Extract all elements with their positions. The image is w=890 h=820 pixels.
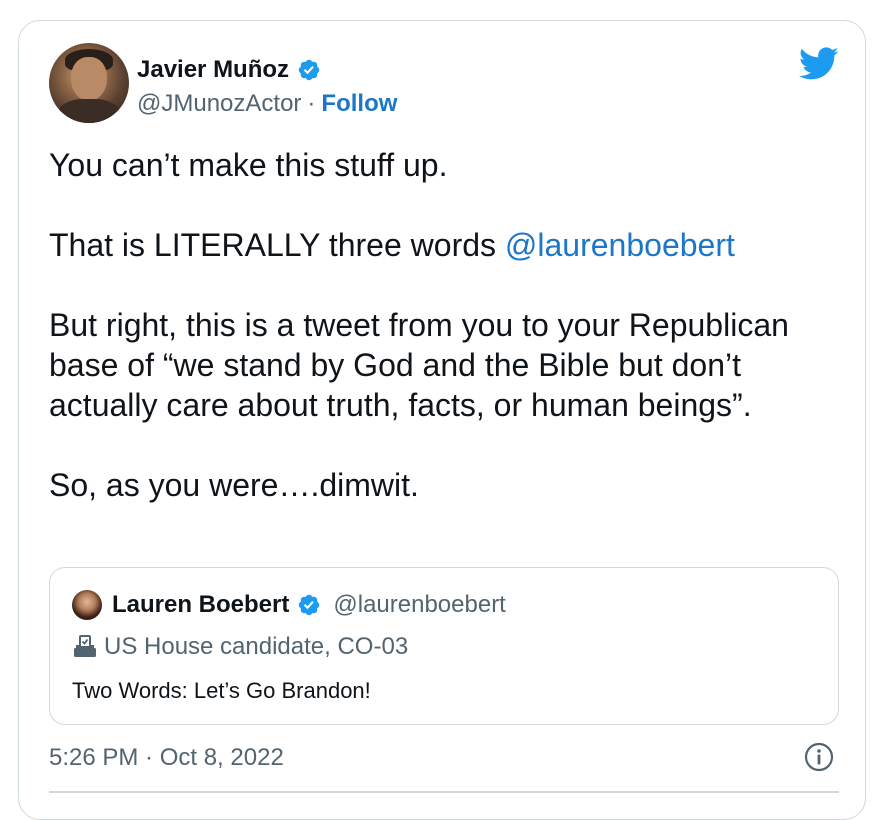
- ballot-box-icon: [74, 635, 96, 657]
- tweet-timestamp[interactable]: 5:26 PM · Oct 8, 2022: [49, 741, 284, 775]
- twitter-bird-icon[interactable]: [799, 47, 839, 81]
- verified-badge-icon: [298, 59, 320, 81]
- author-avatar[interactable]: [49, 43, 129, 123]
- info-icon[interactable]: [803, 741, 835, 773]
- author-name-row: Javier Muñoz: [137, 55, 321, 85]
- divider: [49, 791, 839, 793]
- follow-link[interactable]: Follow: [321, 90, 397, 118]
- separator-dot: ·: [307, 90, 316, 117]
- quoted-label-row: US House candidate, CO-03: [72, 632, 408, 662]
- quoted-name-row: Lauren Boebert @laurenboebert: [112, 590, 506, 620]
- quoted-author-handle[interactable]: @laurenboebert: [333, 591, 505, 619]
- tweet-line: So, as you were….dimwit.: [49, 467, 419, 503]
- author-handle-row: @JMunozActor · Follow: [137, 89, 397, 119]
- tweet-body: You can’t make this stuff up. That is LI…: [49, 145, 839, 505]
- verified-badge-icon: [299, 594, 320, 616]
- avatar-face: [71, 57, 107, 101]
- tweet-line: You can’t make this stuff up.: [49, 147, 448, 183]
- tweet-line: That is LITERALLY three words @laurenboe…: [49, 225, 839, 265]
- quoted-author-name[interactable]: Lauren Boebert: [112, 591, 289, 619]
- tweet-line: But right, this is a tweet from you to y…: [49, 307, 789, 423]
- tweet-card: Javier Muñoz @JMunozActor · Follow You c…: [18, 20, 866, 820]
- quoted-label-text: US House candidate, CO-03: [104, 633, 409, 660]
- avatar-shirt: [57, 99, 121, 123]
- author-name[interactable]: Javier Muñoz: [137, 56, 289, 84]
- tweet-line-text: That is LITERALLY three words: [49, 227, 505, 263]
- quoted-tweet-text: Two Words: Let’s Go Brandon!: [72, 678, 371, 703]
- author-handle[interactable]: @JMunozActor: [137, 90, 301, 118]
- mention-link[interactable]: @laurenboebert: [505, 227, 735, 263]
- quoted-avatar[interactable]: [72, 590, 102, 620]
- quoted-tweet[interactable]: Lauren Boebert @laurenboebert US House c…: [49, 567, 839, 725]
